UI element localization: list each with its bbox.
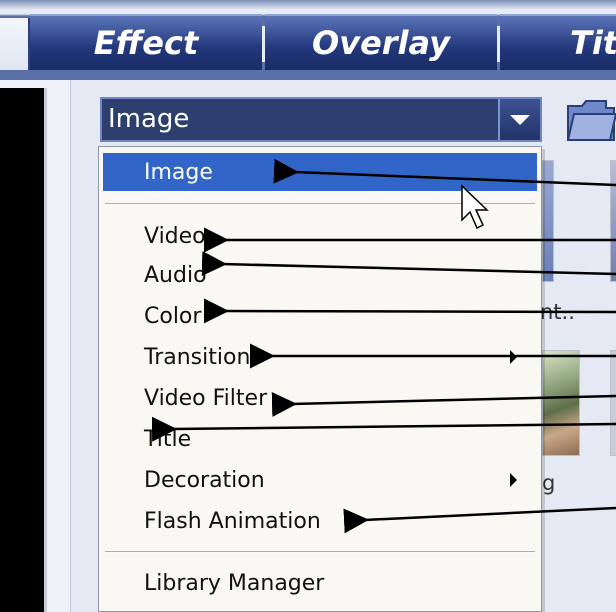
chevron-down-icon [510,114,530,125]
menu-item-label: Transition [144,344,251,370]
tab-label: Effect [93,24,199,62]
folder-button[interactable] [566,96,616,142]
clip-label: nt.. [540,300,575,324]
menu-item-color[interactable]: Color [103,297,537,335]
submenu-arrow-icon [510,350,517,364]
dropdown-button[interactable] [498,99,540,140]
clip-thumbnail[interactable] [542,160,554,282]
tab-overlay[interactable]: Overlay [265,14,497,70]
tab-label: Tit [570,24,616,62]
menu-item-image[interactable]: Image [103,153,537,191]
clip-thumbnail[interactable] [610,160,616,282]
menu-item-label: Image [144,159,213,185]
tab-label: Overlay [312,24,450,62]
preview-window [0,88,47,612]
tab-title[interactable]: Tit [500,14,616,70]
menu-item-label: Audio [144,262,207,288]
menu-item-label: Title [144,426,192,452]
folder-icon [566,100,616,141]
menu-item-library-manager[interactable]: Library Manager [103,564,537,602]
library-category-select[interactable]: Image [100,97,542,142]
library-category-menu: Image Video Audio Color Transition Video… [98,146,542,612]
menu-separator [105,551,535,553]
clip-label: g [542,471,556,495]
menu-separator [105,203,535,205]
tab-effect[interactable]: Effect [30,14,262,70]
menu-item-decoration[interactable]: Decoration [103,461,537,499]
menu-item-label: Flash Animation [144,508,321,534]
menu-item-label: Video Filter [144,385,268,411]
menu-item-label: Decoration [144,467,265,493]
clip-thumbnail[interactable] [610,350,616,456]
submenu-arrow-icon [510,473,517,487]
menu-item-audio[interactable]: Audio [103,256,537,294]
tab-bar: Effect Overlay Tit [0,0,616,80]
library-category-value: Image [108,104,190,134]
menu-item-video[interactable]: Video [103,217,537,255]
menu-item-label: Video [144,223,206,249]
clip-thumbnail[interactable] [542,350,580,456]
menu-item-label: Library Manager [144,570,325,596]
menu-item-video-filter[interactable]: Video Filter [103,379,537,417]
menu-item-flash-animation[interactable]: Flash Animation [103,502,537,540]
menu-item-label: Color [144,303,202,329]
menu-item-title[interactable]: Title [103,420,537,458]
menu-item-transition[interactable]: Transition [103,338,537,376]
tab-stub[interactable] [0,18,30,70]
